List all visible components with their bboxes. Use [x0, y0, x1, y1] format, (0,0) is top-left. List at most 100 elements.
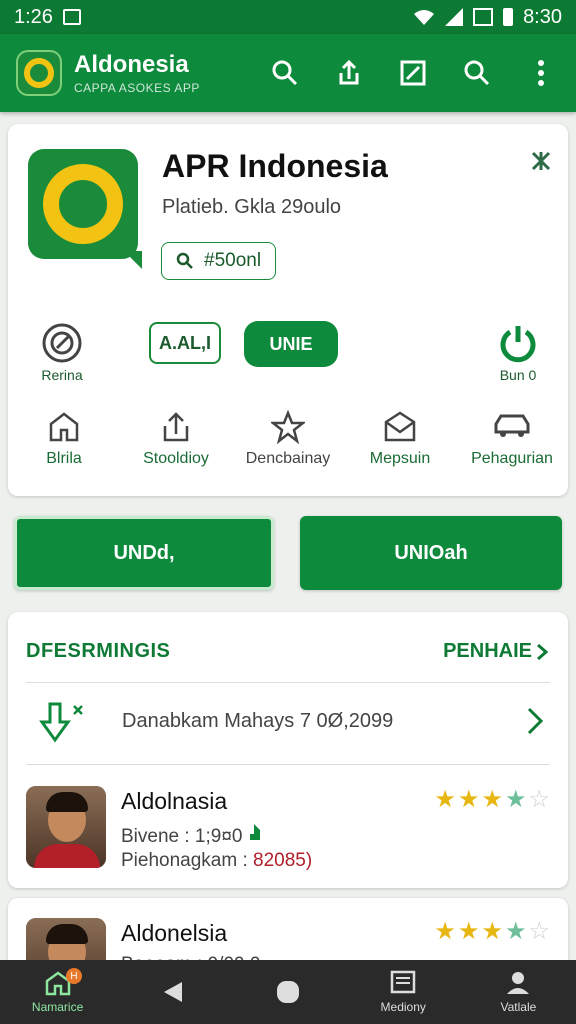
- nav-home-button[interactable]: [230, 979, 345, 1005]
- chevron-right-icon: [527, 707, 544, 735]
- category-item[interactable]: Mepsuin: [344, 410, 456, 480]
- share-icon[interactable]: [330, 54, 368, 92]
- logo-ring-icon: [24, 58, 54, 88]
- review-item[interactable]: Aldolnasia Bivene : 1;9¤0 Piehonagkam : …: [8, 766, 568, 876]
- nav-home[interactable]: H Namarice: [0, 968, 115, 1014]
- review-action[interactable]: Rerina: [32, 322, 92, 383]
- app-bar-subtitle: CAPPA ASOKES APP: [74, 81, 200, 95]
- power-action[interactable]: Bun 0: [488, 322, 548, 383]
- review-line-label: Piehonagkam :: [121, 850, 248, 871]
- search-icon: [176, 252, 193, 269]
- share-icon: [163, 412, 189, 442]
- app-meta: Platieb. Gkla 29oulo: [162, 196, 342, 218]
- home-icon: [49, 412, 79, 442]
- star-rating: ★ ★ ★ ★ ☆: [434, 788, 550, 812]
- chip-label: #50onl: [204, 250, 262, 271]
- home-circle-icon: [277, 981, 299, 1003]
- target-icon: [42, 323, 82, 363]
- app-bar: Aldonesia CAPPA ASOKES APP: [0, 34, 576, 112]
- primary-button-right[interactable]: UNIOah: [300, 516, 562, 590]
- avatar: [26, 786, 106, 868]
- download-text: Danabkam Mahays 7 0Ø,2099: [122, 710, 394, 732]
- star-half-icon: ★: [504, 918, 527, 945]
- action-row: Rerina A.AL,I UNIE Bun 0: [8, 316, 568, 386]
- category-row: Blrila Stooldioy Dencbainay Mepsuin Peha…: [8, 410, 568, 480]
- nav-media[interactable]: Mediony: [346, 970, 461, 1014]
- signal-icon: [445, 8, 464, 26]
- pin-icon[interactable]: [530, 150, 552, 177]
- status-right-time: 8:30: [523, 5, 562, 28]
- category-item[interactable]: Pehagurian: [456, 410, 568, 480]
- category-item[interactable]: Blrila: [8, 410, 120, 480]
- app-logo[interactable]: [16, 50, 62, 96]
- signal-box-icon: [473, 8, 494, 26]
- wifi-icon: [414, 10, 435, 25]
- app-name: APR Indonesia: [162, 148, 388, 184]
- status-time: 1:26: [14, 5, 53, 28]
- section-card: DFESRMINGIS PENHAIE Danabkam Mahays 7 0Ø…: [8, 612, 568, 888]
- app-card: APR Indonesia Platieb. Gkla 29oulo #50on…: [8, 124, 568, 496]
- gallery-icon: [62, 9, 81, 25]
- category-label: Pehagurian: [471, 450, 553, 467]
- download-row[interactable]: Danabkam Mahays 7 0Ø,2099: [8, 684, 568, 762]
- category-label: Mepsuin: [369, 450, 431, 467]
- nav-back[interactable]: [115, 980, 230, 1004]
- app-bar-title: Aldonesia: [74, 51, 189, 78]
- category-label: Stooldioy: [143, 450, 209, 467]
- right-action-label: Bun 0: [499, 367, 537, 383]
- star-icon: ★: [434, 918, 456, 945]
- left-action-label: Rerina: [41, 367, 83, 383]
- chevron-right-icon: [537, 643, 548, 660]
- category-label: Blrila: [46, 450, 82, 467]
- review-line-value: 82085): [253, 850, 313, 871]
- document-icon: [390, 970, 416, 994]
- more-vert-icon[interactable]: [522, 54, 560, 92]
- divider: [26, 764, 550, 765]
- review-line: Piehonagkam : 82085): [121, 850, 312, 872]
- section-link[interactable]: PENHAIE: [443, 640, 548, 663]
- reviewer-name: Aldonelsia: [121, 920, 228, 946]
- star-icon: ★: [434, 786, 456, 813]
- star-half-icon: ★: [504, 786, 527, 813]
- review-line-text: Bivene : 1;9¤0: [121, 826, 243, 847]
- mail-icon: [384, 411, 416, 442]
- star-empty-icon: ☆: [528, 786, 550, 813]
- notification-badge: H: [66, 968, 82, 984]
- star-empty-icon: ☆: [528, 918, 550, 945]
- app-icon: [28, 149, 142, 269]
- review-line: Bivene : 1;9¤0: [121, 822, 262, 848]
- star-icon: ★: [457, 786, 480, 813]
- primary-button-left[interactable]: UNDd,: [14, 516, 274, 590]
- app-chip[interactable]: #50onl: [161, 242, 277, 280]
- edit-icon[interactable]: [394, 54, 432, 92]
- section-title: DFESRMINGIS: [26, 640, 171, 662]
- car-icon: [494, 414, 530, 437]
- reviewer-name: Aldolnasia: [121, 788, 228, 814]
- category-item[interactable]: Stooldioy: [120, 410, 232, 480]
- search-icon[interactable]: [266, 54, 304, 92]
- star-icon: [271, 410, 305, 444]
- nav-label: Vatlale: [500, 1000, 537, 1014]
- star-icon: ★: [457, 918, 480, 945]
- star-icon: ★: [481, 786, 503, 813]
- star-icon: ★: [481, 918, 503, 945]
- battery-icon: [503, 8, 514, 26]
- status-bar: 1:26 8:30: [0, 0, 576, 34]
- download-icon: [39, 702, 83, 743]
- divider: [26, 682, 550, 683]
- install-button[interactable]: UNIE: [244, 321, 338, 367]
- category-label: Dencbainay: [245, 450, 331, 467]
- star-rating: ★ ★ ★ ★ ☆: [434, 920, 550, 944]
- nav-label: Mediony: [380, 1000, 426, 1014]
- back-icon: [163, 982, 182, 1002]
- nav-label: Namarice: [31, 1000, 84, 1014]
- thumb-icon: [249, 824, 260, 840]
- bottom-nav: H Namarice Mediony Vatlale: [0, 960, 576, 1024]
- outline-button[interactable]: A.AL,I: [149, 322, 221, 364]
- search-icon[interactable]: [458, 54, 496, 92]
- nav-profile[interactable]: Vatlale: [461, 970, 576, 1014]
- power-icon: [500, 326, 536, 363]
- category-item[interactable]: Dencbainay: [232, 410, 344, 480]
- person-icon: [507, 972, 530, 994]
- section-link-label: PENHAIE: [443, 640, 532, 662]
